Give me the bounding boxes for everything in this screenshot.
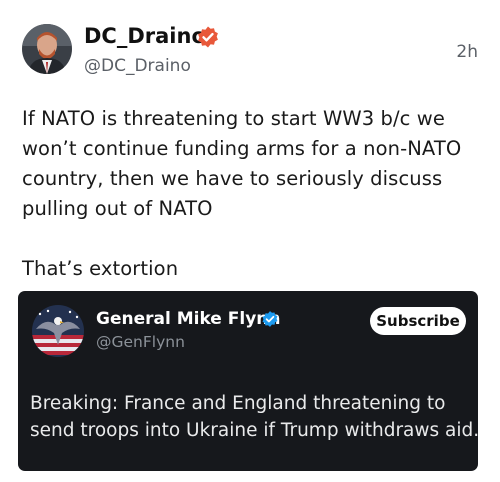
author-avatar[interactable] <box>22 24 72 74</box>
quoted-post-text-line: Breaking: France and England threatening… <box>30 393 446 414</box>
post-body-line: won’t continue funding arms for a non-NA… <box>22 137 462 160</box>
post-body: If NATO is threatening to start WW3 b/c … <box>22 104 484 284</box>
post: DC_Draino @DC_Draino 2h If NATO is threa… <box>0 0 500 482</box>
author-display-name[interactable]: DC_Draino <box>84 24 206 48</box>
author-handle[interactable]: @DC_Draino <box>84 56 191 76</box>
post-body-closing: That’s extortion <box>22 257 179 280</box>
verified-badge-orange-icon <box>198 26 218 48</box>
quoted-author-display-name[interactable]: General Mike Flynn <box>96 309 281 329</box>
post-timestamp[interactable]: 2h <box>456 42 478 62</box>
post-body-line: If NATO is threatening to start WW3 b/c … <box>22 107 445 130</box>
quoted-author-avatar[interactable] <box>32 305 84 357</box>
quoted-post-card[interactable]: General Mike Flynn @GenFlynn Subscribe B… <box>18 291 480 471</box>
quoted-post-text: Breaking: France and England threatening… <box>30 390 480 444</box>
quoted-post-text-line: send troops into Ukraine if Trump withdr… <box>30 420 480 441</box>
post-body-line: pulling out of NATO <box>22 197 213 220</box>
eagle-flag-avatar-image <box>32 305 84 357</box>
quoted-author-handle[interactable]: @GenFlynn <box>96 333 185 351</box>
post-body-line: country, then we have to seriously discu… <box>22 167 443 190</box>
avatar-image <box>22 24 72 74</box>
verified-badge-blue-icon <box>262 311 278 327</box>
subscribe-button[interactable]: Subscribe <box>370 307 466 335</box>
